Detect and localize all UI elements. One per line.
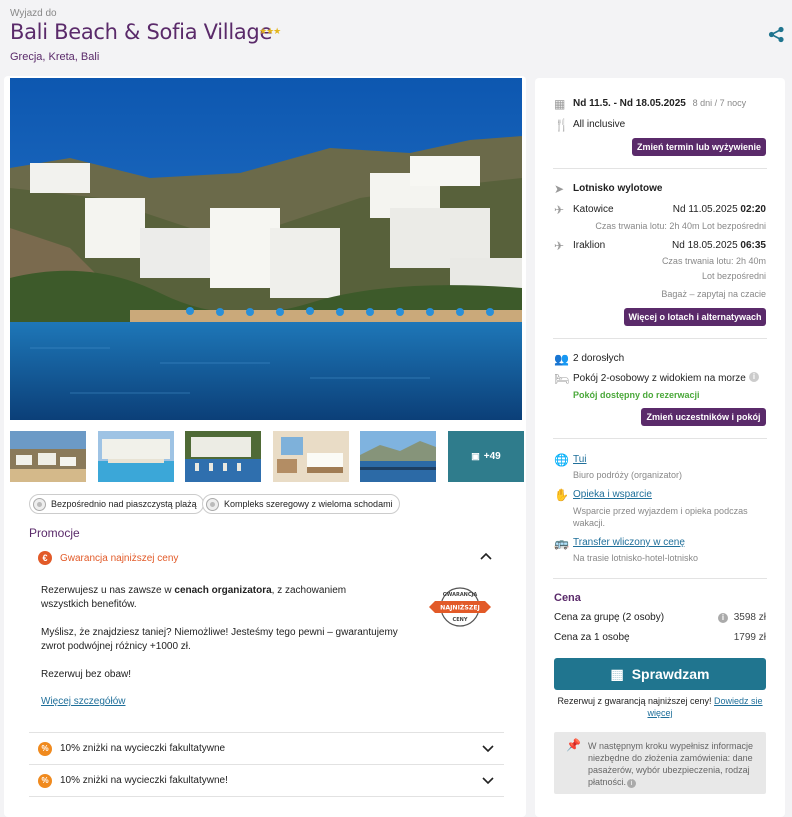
check-button-label: Sprawdzam	[631, 666, 710, 682]
guarantee-paragraph-1: Rezerwujesz u nas zawsze w cenach organi…	[41, 585, 347, 610]
change-term-button[interactable]: Zmień termin lub wyżywienie	[632, 138, 766, 156]
feature-chip-stairs: Kompleks szeregowy z wieloma schodami	[202, 494, 400, 514]
baggage-info: Bagaż – zapytaj na czacie	[661, 289, 766, 299]
divider	[553, 168, 767, 169]
support-icon: ✋	[554, 488, 569, 502]
location-breadcrumb[interactable]: Grecja, Kreta, Bali	[10, 51, 99, 63]
promotions-heading: Promocje	[29, 526, 80, 540]
departure-airport-label: Lotnisko wylotowe	[573, 183, 663, 194]
guarantee-accordion: € Gwarancja najniższej ceny Rezerwujesz …	[29, 541, 504, 733]
page-title: Bali Beach & Sofia Village	[10, 20, 273, 44]
photo-thumbnails: ▣ +49	[10, 431, 524, 482]
transfer-description: Na trasie lotnisko-hotel-lotnisko	[573, 553, 699, 563]
inbound-flight-type: Lot bezpośredni	[701, 271, 766, 281]
percent-icon: %	[38, 773, 52, 788]
guarantee-paragraph-3: Rezerwuj bez obaw!	[41, 669, 132, 680]
chevron-up-icon[interactable]	[480, 552, 492, 560]
next-step-info: 📌 W następnym kroku wypełnisz informacje…	[554, 732, 766, 794]
guarantee-icon: €	[38, 551, 52, 565]
info-icon[interactable]: i	[749, 372, 759, 382]
chevron-down-icon[interactable]	[482, 777, 494, 785]
thumbnail-photo[interactable]	[360, 431, 436, 482]
thumbnail-photo[interactable]	[98, 431, 174, 482]
badge-text-top: GWARANCJA	[443, 592, 478, 598]
plane-landing-icon: ✈	[554, 239, 565, 253]
thumbnail-photo[interactable]	[185, 431, 261, 482]
support-link[interactable]: Opieka i wsparcie	[573, 489, 652, 500]
feature-chip-label: Kompleks szeregowy z wieloma schodami	[224, 499, 393, 509]
eyebrow-label: Wyjazd do	[10, 8, 57, 19]
learn-more-link[interactable]: Dowiedz sie	[714, 696, 763, 706]
transfer-link[interactable]: Transfer wliczony w cenę	[573, 537, 685, 548]
room-type: Pokój 2-osobowy z widokiem na morze	[573, 373, 746, 384]
feature-chip-label: Bezpośrednio nad piaszczystą plażą	[51, 499, 197, 509]
trip-dates: Nd 11.5. - Nd 18.05.2025	[573, 98, 686, 109]
discount-accordion-2[interactable]: % 10% zniżki na wycieczki fakultatywne!	[29, 765, 504, 797]
feature-icon	[206, 497, 219, 511]
more-photos-button[interactable]: ▣ +49	[448, 431, 524, 482]
guarantee-title: Gwarancja najniższej ceny	[60, 552, 179, 564]
learn-more-link-2[interactable]: więcej	[647, 708, 672, 718]
badge-text-bot: CENY	[453, 617, 468, 623]
check-availability-button[interactable]: ▦ Sprawdzam	[554, 658, 766, 690]
room-icon: 🛏	[554, 372, 570, 386]
globe-icon: 🌐	[554, 453, 569, 467]
outbound-flight-info: Czas trwania lotu: 2h 40m Lot bezpośredn…	[595, 221, 766, 231]
support-description: Wsparcie przed wyjazdem i opieka podczas…	[573, 506, 748, 528]
guarantee-note: Rezerwuj z gwarancją najniższej ceny! Do…	[557, 696, 763, 718]
badge-text-mid: NAJNIŻSZEJ	[440, 603, 480, 612]
discount-accordion-1[interactable]: % 10% zniżki na wycieczki fakultatywne	[29, 733, 504, 765]
info-icon[interactable]: i	[627, 779, 637, 788]
price-person-value: 1799 zł	[733, 632, 766, 643]
inbound-flight-duration: Czas trwania lotu: 2h 40m	[661, 256, 766, 266]
percent-icon: %	[38, 741, 52, 756]
inbound-airport: Iraklion	[573, 240, 606, 251]
feature-icon	[33, 497, 46, 511]
price-group-value: 3598 zł	[733, 612, 766, 623]
plane-takeoff-icon: ✈	[554, 203, 565, 217]
calendar-icon: ▦	[554, 97, 566, 111]
travelers-count: 2 dorosłych	[573, 353, 625, 364]
feature-chip-beach: Bezpośrednio nad piaszczystą plażą	[29, 494, 204, 514]
discount-title: 10% zniżki na wycieczki fakultatywne	[60, 743, 226, 754]
more-details-link[interactable]: Więcej szczegółów	[41, 696, 125, 707]
operator-description: Biuro podróży (organizator)	[573, 470, 683, 480]
inbound-datetime: Nd 18.05.2025 06:35	[672, 240, 766, 251]
operator-link[interactable]: Tui	[573, 454, 587, 465]
room-availability: Pokój dostępny do rezerwacji	[573, 390, 700, 400]
pin-icon: 📌	[566, 738, 581, 752]
hotel-stars: ★★★	[259, 26, 281, 36]
trip-dates-row: Nd 11.5. - Nd 18.05.2025 8 dni / 7 nocy	[573, 98, 746, 109]
chevron-down-icon[interactable]	[482, 745, 494, 753]
change-people-button[interactable]: Zmień uczestników i pokój	[641, 408, 766, 426]
page-header: Wyjazd do Bali Beach & Sofia Village ★★★…	[0, 0, 792, 72]
more-flights-button[interactable]: Więcej o lotach i alternatywach	[624, 308, 766, 326]
calendar-icon: ▦	[610, 665, 624, 682]
divider	[553, 338, 767, 339]
outbound-datetime: Nd 11.05.2025 02:20	[672, 204, 766, 215]
people-icon: 👥	[554, 352, 569, 366]
share-icon[interactable]	[768, 26, 785, 43]
navigation-icon: ➤	[554, 182, 565, 196]
discount-title: 10% zniżki na wycieczki fakultatywne!	[60, 775, 228, 786]
price-group-label: Cena za grupę (2 osoby)	[554, 612, 665, 623]
hotel-main-photo[interactable]	[10, 78, 522, 420]
board-type: All inclusive	[573, 119, 626, 130]
thumbnail-photo[interactable]	[273, 431, 349, 482]
outbound-airport: Katowice	[573, 204, 614, 215]
thumbnail-photo[interactable]	[10, 431, 86, 482]
gallery-icon: ▣	[471, 451, 480, 461]
next-step-text: W następnym kroku wypełnisz informacje n…	[588, 741, 754, 788]
cutlery-icon: 🍴	[554, 118, 569, 132]
divider	[553, 438, 767, 439]
trip-length: 8 dni / 7 nocy	[692, 98, 747, 108]
price-heading: Cena	[554, 592, 581, 604]
guarantee-paragraph-2: Myślisz, że znajdziesz taniej? Niemożliw…	[41, 627, 398, 652]
transfer-icon: 🚌	[554, 536, 569, 550]
more-photos-count: +49	[483, 451, 501, 462]
price-person-label: Cena za 1 osobę	[554, 632, 630, 643]
divider	[553, 578, 767, 579]
lowest-price-badge: GWARANCJA NAJNIŻSZEJ CENY	[429, 587, 491, 627]
guarantee-header[interactable]: € Gwarancja najniższej ceny	[38, 551, 178, 565]
